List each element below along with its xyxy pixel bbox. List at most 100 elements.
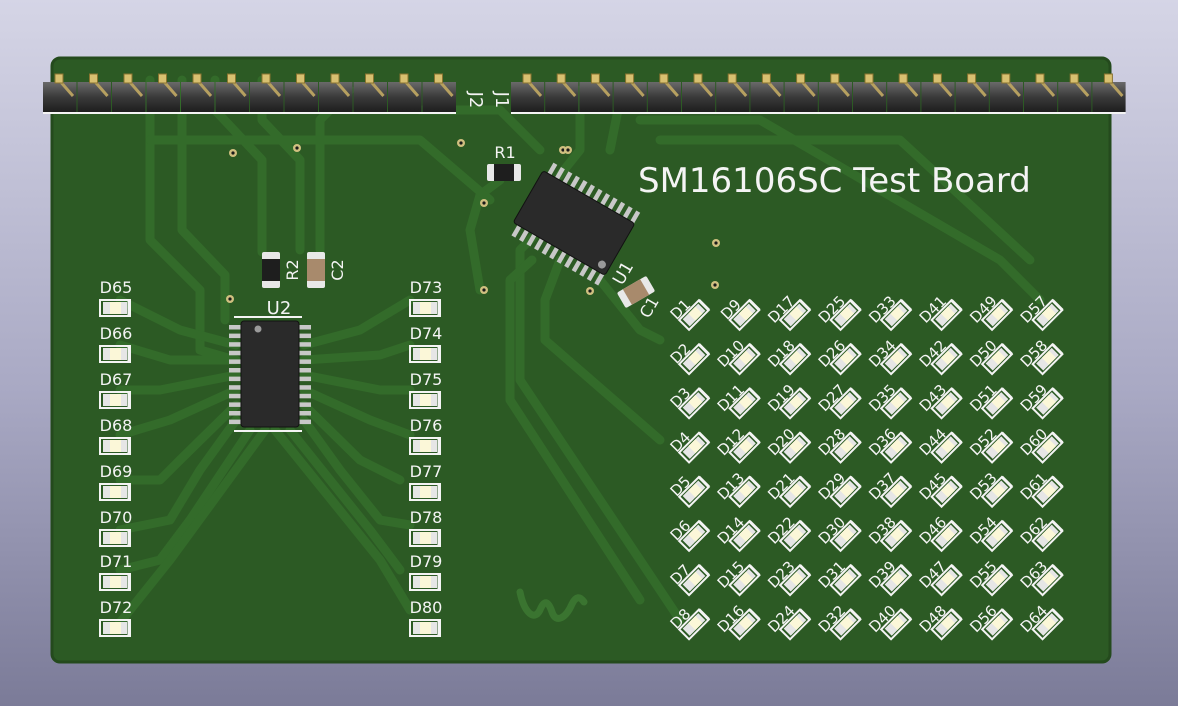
led-label: D74 bbox=[410, 324, 443, 343]
led bbox=[99, 619, 131, 637]
header-housing-segment bbox=[989, 82, 1023, 112]
via-hole bbox=[588, 289, 592, 293]
header-pin bbox=[659, 73, 669, 84]
led bbox=[99, 391, 131, 409]
header-housing-segment bbox=[613, 82, 647, 112]
led bbox=[99, 437, 131, 455]
header-pin bbox=[796, 73, 806, 84]
led-label: D69 bbox=[100, 462, 133, 481]
header-pin bbox=[830, 73, 840, 84]
header-pin bbox=[330, 73, 340, 84]
via-hole bbox=[459, 141, 463, 145]
led-label: D67 bbox=[100, 370, 133, 389]
led-label: D72 bbox=[100, 598, 133, 617]
header-housing-segment bbox=[579, 82, 613, 112]
header-housing-segment bbox=[1024, 82, 1058, 112]
led bbox=[409, 437, 441, 455]
led bbox=[409, 391, 441, 409]
header-housing-segment bbox=[353, 82, 387, 112]
via-hole bbox=[713, 283, 717, 287]
header-pin bbox=[296, 73, 305, 84]
via-hole bbox=[482, 201, 486, 205]
led-label: D65 bbox=[100, 278, 133, 297]
header-housing-segment bbox=[284, 82, 318, 112]
header-pin bbox=[434, 73, 443, 84]
header-pin bbox=[261, 73, 271, 84]
header-housing-segment bbox=[77, 82, 111, 112]
header-pin bbox=[761, 73, 771, 84]
header-housing-segment bbox=[818, 82, 852, 112]
header-housing-segment bbox=[853, 82, 887, 112]
led-label: D78 bbox=[410, 508, 443, 527]
header-housing-segment bbox=[921, 82, 955, 112]
capacitor-label-c2: C2 bbox=[328, 259, 347, 280]
header-housing-segment bbox=[545, 82, 579, 112]
header-pin bbox=[365, 73, 374, 84]
header-pin bbox=[1103, 73, 1113, 84]
chip-label-u2: U2 bbox=[267, 298, 292, 319]
header-pin bbox=[123, 73, 133, 84]
header-pin bbox=[158, 73, 167, 84]
resistor-r1 bbox=[487, 164, 521, 181]
via-hole bbox=[714, 241, 718, 245]
header-pin bbox=[1069, 73, 1079, 84]
led-label: D77 bbox=[410, 462, 443, 481]
resistor-label-r1: R1 bbox=[494, 143, 515, 162]
header-pin bbox=[590, 73, 600, 84]
via-hole bbox=[228, 297, 232, 301]
chip-u2 bbox=[229, 316, 311, 432]
header-housing-segment bbox=[388, 82, 422, 112]
led-label: D73 bbox=[410, 278, 443, 297]
via-hole bbox=[482, 288, 486, 292]
header-pin bbox=[556, 73, 566, 84]
resistor-label-r2: R2 bbox=[283, 259, 302, 280]
pcb-render: J2 J1 SM16106SC Test Board U1 U2 R1 R2 C… bbox=[43, 56, 1126, 664]
led-label: D75 bbox=[410, 370, 443, 389]
header-housing-segment bbox=[511, 82, 545, 112]
led bbox=[409, 529, 441, 547]
led-label: D79 bbox=[410, 552, 443, 571]
led bbox=[409, 299, 441, 317]
led bbox=[99, 483, 131, 501]
led bbox=[409, 619, 441, 637]
via-hole bbox=[566, 148, 570, 152]
header-housing-segment bbox=[716, 82, 750, 112]
led bbox=[99, 573, 131, 591]
led bbox=[409, 345, 441, 363]
led-label: D80 bbox=[410, 598, 443, 617]
header-pin bbox=[898, 73, 908, 84]
header-housing-segment bbox=[647, 82, 681, 112]
board-title: SM16106SC Test Board bbox=[638, 161, 1031, 201]
header-housing-segment bbox=[682, 82, 716, 112]
header-pin bbox=[727, 73, 737, 84]
header-housing-segment bbox=[319, 82, 353, 112]
header-pin bbox=[625, 73, 635, 84]
header-housing-segment bbox=[250, 82, 284, 112]
led-label: D70 bbox=[100, 508, 133, 527]
header-housing-segment bbox=[887, 82, 921, 112]
header-pin bbox=[1035, 73, 1045, 84]
led-label: D68 bbox=[100, 416, 133, 435]
led bbox=[99, 529, 131, 547]
header-housing-segment bbox=[1058, 82, 1092, 112]
header-housing-segment bbox=[784, 82, 818, 112]
header-pin bbox=[932, 73, 942, 84]
header-housing-segment bbox=[215, 82, 249, 112]
led-label: D76 bbox=[410, 416, 443, 435]
header-pin bbox=[227, 73, 236, 84]
header-housing-segment bbox=[181, 82, 215, 112]
via-hole bbox=[231, 151, 235, 155]
led-label: D71 bbox=[100, 552, 133, 571]
header-pin bbox=[192, 73, 202, 84]
header-housing-segment bbox=[955, 82, 989, 112]
resistor-r2 bbox=[262, 252, 280, 288]
led bbox=[409, 483, 441, 501]
header-pin bbox=[967, 73, 977, 84]
header-pin bbox=[864, 73, 874, 84]
header-pin bbox=[1001, 73, 1011, 84]
header-pin bbox=[399, 73, 409, 84]
header-housing-segment bbox=[1092, 82, 1126, 112]
via-hole bbox=[295, 146, 299, 150]
led bbox=[99, 299, 131, 317]
chip-u2-body bbox=[240, 320, 300, 428]
